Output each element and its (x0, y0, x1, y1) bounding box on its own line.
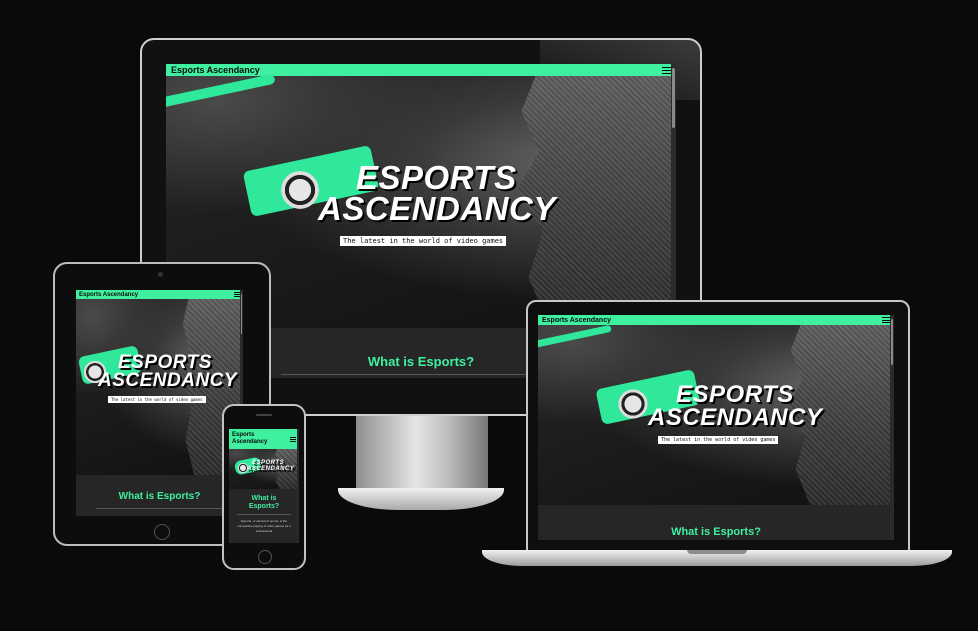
navbar: Esports Ascendancy (166, 64, 676, 76)
hero-title-line2: ASCENDANCY (247, 465, 295, 472)
hero-title: ESPORTS ASCENDANCY (318, 159, 556, 228)
about-section: What is Esports? Esports, or electronic … (229, 489, 299, 543)
brand-link[interactable]: Esports Ascendancy (171, 65, 260, 75)
green-splash-topleft (166, 73, 276, 109)
tablet-camera (158, 272, 163, 277)
brand-link[interactable]: Esports Ascendancy (232, 432, 276, 446)
navbar: Esports Ascendancy (76, 290, 243, 299)
section-body-text: Esports, or electronic sports, is the co… (237, 519, 291, 533)
hero-title-line2: ASCENDANCY (318, 190, 556, 228)
scrollbar[interactable] (890, 315, 894, 540)
hero-title: ESPORTS ASCENDANCY (648, 383, 823, 431)
laptop: Esports Ascendancy ESPORTS ASCENDANCY Th… (482, 300, 952, 578)
hamburger-menu-icon[interactable] (290, 436, 296, 442)
tablet-home-button[interactable] (154, 524, 170, 540)
phone-screen: Esports Ascendancy ESPORTS ASCENDANCY Wh… (229, 429, 299, 543)
hero-banner: ESPORTS ASCENDANCY The latest in the wor… (538, 324, 894, 505)
hero-tagline: The latest in the world of video games (108, 396, 206, 403)
hero-banner: ESPORTS ASCENDANCY The latest in the wor… (76, 299, 243, 475)
hero-title: ESPORTS ASCENDANCY (98, 353, 238, 392)
phone-speaker (256, 414, 272, 416)
section-divider (237, 514, 291, 515)
samurai-logo-icon (616, 387, 650, 421)
about-section: What is Esports? (76, 475, 243, 516)
brand-link[interactable]: Esports Ascendancy (542, 317, 611, 324)
hamburger-menu-icon[interactable] (882, 317, 890, 323)
brand-link[interactable]: Esports Ascendancy (79, 292, 138, 298)
hero-title-line2: ASCENDANCY (648, 403, 823, 431)
hero-title-line1: ESPORTS (356, 159, 517, 196)
phone: Esports Ascendancy ESPORTS ASCENDANCY Wh… (222, 404, 306, 570)
hero-tagline: The latest in the world of video games (658, 436, 779, 444)
samurai-logo-icon (278, 168, 322, 212)
laptop-notch (687, 550, 747, 554)
scroll-thumb[interactable] (672, 68, 675, 128)
hero-banner: ESPORTS ASCENDANCY (229, 449, 299, 489)
hamburger-menu-icon[interactable] (662, 66, 671, 74)
tablet-screen: Esports Ascendancy ESPORTS ASCENDANCY Th… (76, 290, 243, 516)
scrollbar[interactable] (297, 429, 299, 543)
section-title: What is Esports? (671, 526, 761, 538)
monitor-stand-base (338, 488, 504, 510)
navbar: Esports Ascendancy (229, 429, 299, 449)
about-section: What is Esports? (538, 505, 894, 540)
green-splash-topleft (538, 324, 612, 349)
monitor-stand-neck (356, 416, 488, 494)
scroll-thumb[interactable] (241, 294, 242, 334)
laptop-screen: Esports Ascendancy ESPORTS ASCENDANCY Th… (538, 315, 894, 540)
navbar: Esports Ascendancy (538, 315, 894, 325)
section-divider (96, 508, 223, 509)
hero-tagline: The latest in the world of video games (340, 236, 507, 246)
section-title: What is Esports? (118, 491, 201, 502)
hero-title-line2: ASCENDANCY (98, 370, 238, 392)
scroll-thumb[interactable] (891, 319, 893, 365)
hero-title: ESPORTS ASCENDANCY (247, 460, 295, 472)
section-title: What is Esports? (248, 495, 280, 510)
phone-home-button[interactable] (258, 550, 272, 564)
